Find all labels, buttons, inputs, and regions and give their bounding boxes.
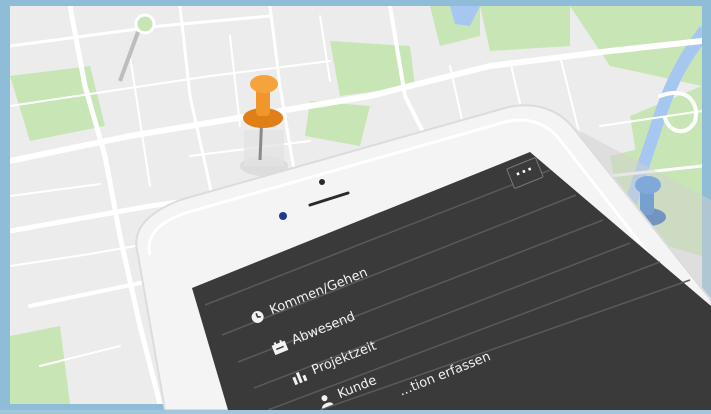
menu-item-label: ...tion erfassen — [397, 349, 493, 400]
customer-icon — [315, 391, 335, 410]
menu-item-label: Kunde — [335, 373, 379, 403]
absence-icon — [269, 337, 289, 356]
menu-item-label: Projektzeit — [309, 338, 379, 379]
smartphone: ··· Kommen/Gehen Abwesend Projektzeit Ku… — [0, 0, 711, 410]
menu-item-label: Abwesend — [289, 309, 358, 349]
project-icon — [289, 367, 309, 386]
menu-item-kunde[interactable]: Kunde — [315, 373, 379, 410]
menu-item-erfassen[interactable]: ...tion erfassen — [397, 349, 493, 399]
menu-item-label: Kommen/Gehen — [267, 265, 370, 319]
clock-icon — [247, 307, 267, 326]
more-options-button[interactable]: ··· — [506, 156, 544, 190]
phone-app-screen: ··· Kommen/Gehen Abwesend Projektzeit Ku… — [0, 0, 711, 410]
